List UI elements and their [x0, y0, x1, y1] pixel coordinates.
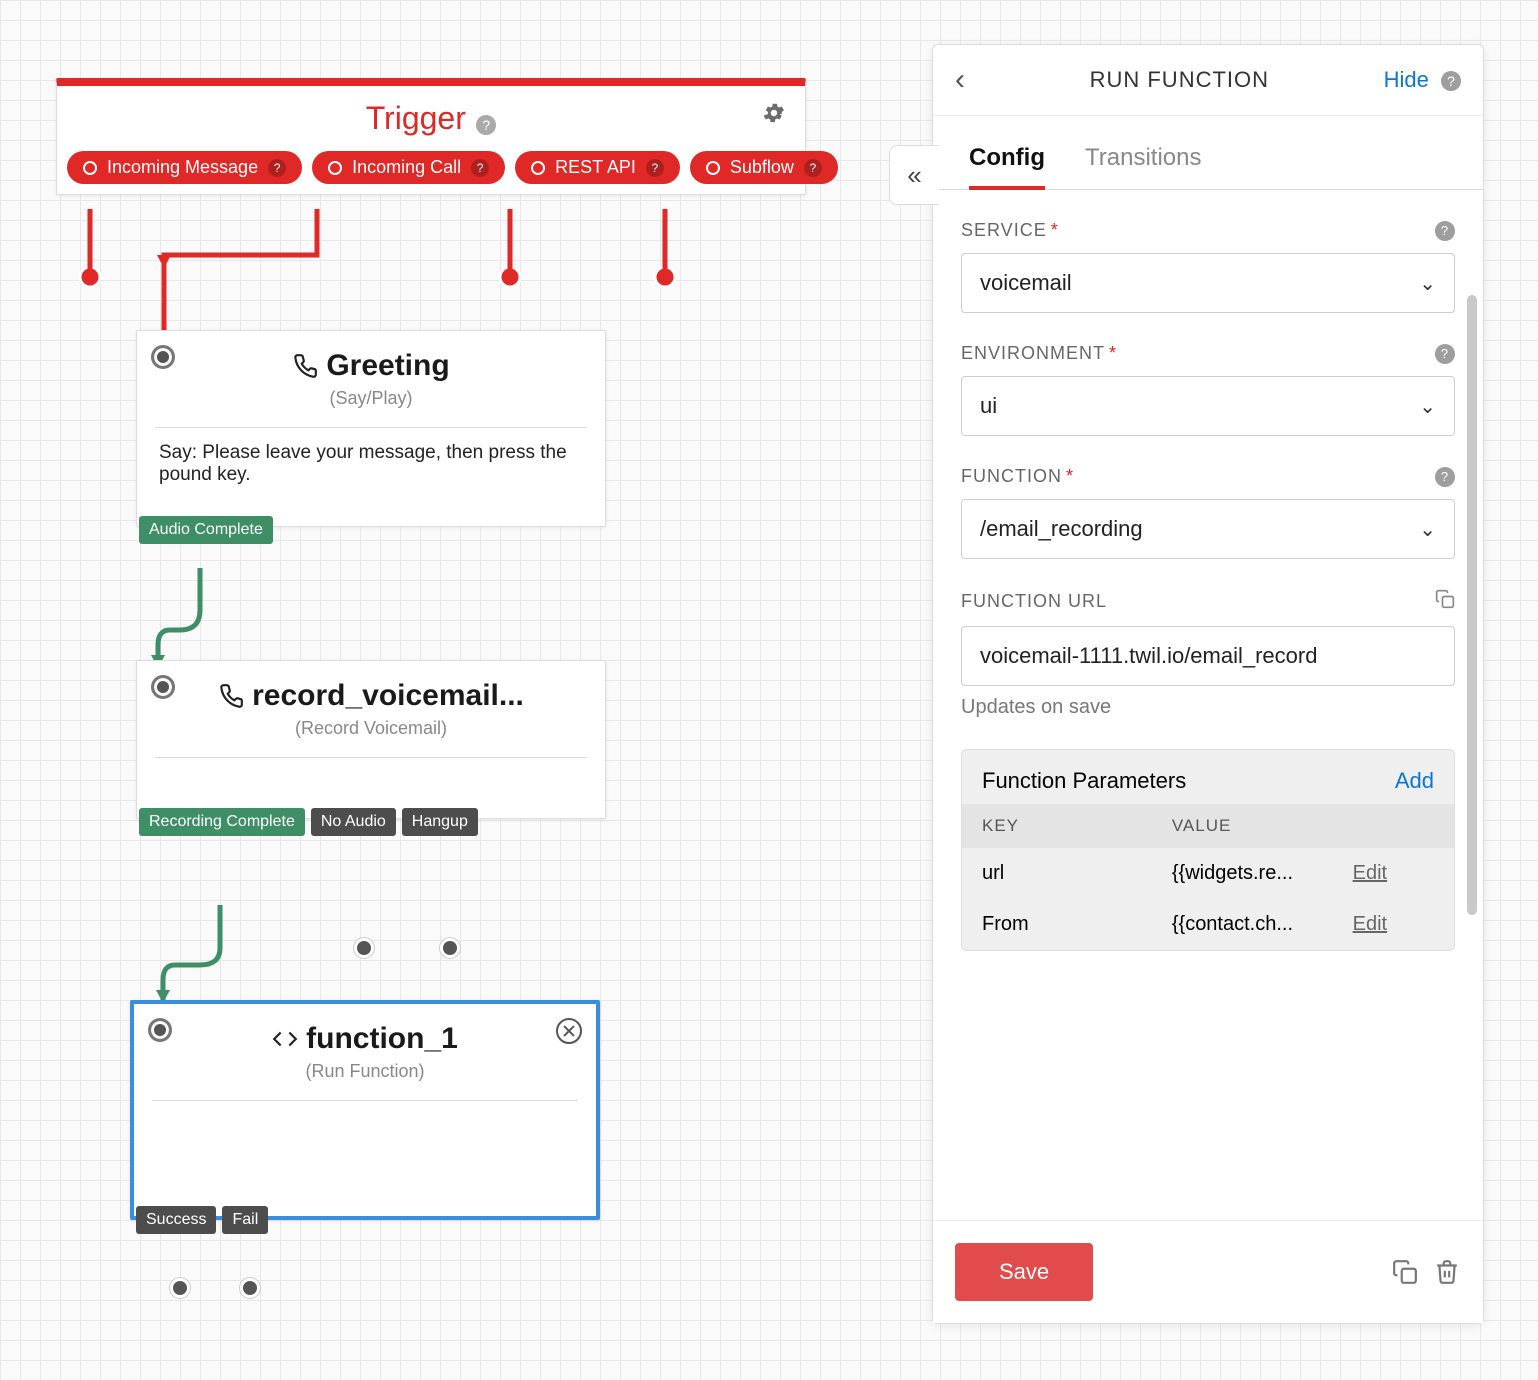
config-panel: « ‹ RUN FUNCTION Hide ? Config Transitio… [932, 44, 1484, 1324]
badge-audio-complete[interactable]: Audio Complete [139, 516, 273, 544]
badge-recording-complete[interactable]: Recording Complete [139, 808, 305, 836]
help-icon[interactable]: ? [1435, 467, 1455, 487]
pill-rest-api[interactable]: REST API? [515, 151, 680, 184]
service-select[interactable]: voicemail ⌄ [961, 253, 1455, 313]
params-col-value: VALUE [1172, 816, 1353, 836]
help-icon[interactable]: ? [1435, 221, 1455, 241]
save-button[interactable]: Save [955, 1243, 1093, 1301]
record-subtitle: (Record Voicemail) [159, 718, 583, 739]
gear-icon[interactable] [761, 100, 787, 131]
environment-select[interactable]: ui ⌄ [961, 376, 1455, 436]
out-port[interactable] [240, 1278, 260, 1298]
function-label: FUNCTION* ? [961, 466, 1455, 487]
panel-tabs: Config Transitions [933, 116, 1483, 190]
chevron-down-icon: ⌄ [1419, 517, 1436, 542]
environment-label: ENVIRONMENT* ? [961, 343, 1455, 364]
params-col-key: KEY [982, 816, 1172, 836]
phone-icon [218, 683, 244, 709]
greeting-node[interactable]: Greeting (Say/Play) Say: Please leave yo… [136, 330, 606, 527]
copy-icon[interactable] [1435, 589, 1455, 614]
code-icon [272, 1026, 298, 1052]
param-row: url {{widgets.re... Edit [962, 848, 1454, 899]
badge-fail[interactable]: Fail [222, 1206, 268, 1234]
greeting-title: Greeting [292, 349, 449, 383]
out-port[interactable] [170, 1278, 190, 1298]
pill-incoming-call[interactable]: Incoming Call? [312, 151, 505, 184]
record-node[interactable]: record_voicemail... (Record Voicemail) R… [136, 660, 606, 819]
badge-hangup[interactable]: Hangup [402, 808, 478, 836]
hide-link[interactable]: Hide ? [1384, 67, 1461, 93]
greeting-body: Say: Please leave your message, then pre… [137, 428, 605, 526]
help-icon[interactable]: ? [476, 115, 496, 135]
service-label: SERVICE* ? [961, 220, 1455, 241]
function-url-label: FUNCTION URL [961, 589, 1455, 614]
param-edit-link[interactable]: Edit [1353, 862, 1387, 885]
out-port[interactable] [354, 938, 374, 958]
param-row: From {{contact.ch... Edit [962, 899, 1454, 950]
function1-title: function_1 [272, 1022, 458, 1056]
trigger-title: Trigger [366, 100, 466, 137]
params-add-link[interactable]: Add [1395, 768, 1434, 794]
record-title: record_voicemail... [218, 679, 524, 713]
function1-node[interactable]: function_1 (Run Function) Success Fail [130, 1000, 600, 1220]
trash-icon[interactable] [1433, 1258, 1461, 1286]
duplicate-icon[interactable] [1391, 1258, 1419, 1286]
function-url-input[interactable]: voicemail-1111.twil.io/email_record [961, 626, 1455, 686]
function-parameters: Function Parameters Add KEY VALUE url {{… [961, 749, 1455, 951]
tab-config[interactable]: Config [969, 144, 1045, 190]
help-icon[interactable]: ? [1435, 344, 1455, 364]
panel-collapse-button[interactable]: « [889, 145, 939, 205]
chevron-down-icon: ⌄ [1419, 394, 1436, 419]
function1-subtitle: (Run Function) [156, 1061, 574, 1082]
pill-incoming-message[interactable]: Incoming Message? [67, 151, 302, 184]
params-title: Function Parameters [982, 768, 1186, 794]
close-icon[interactable] [556, 1018, 582, 1044]
greeting-subtitle: (Say/Play) [159, 388, 583, 409]
function-url-hint: Updates on save [961, 696, 1455, 719]
tab-transitions[interactable]: Transitions [1085, 144, 1201, 189]
out-port[interactable] [440, 938, 460, 958]
badge-no-audio[interactable]: No Audio [311, 808, 396, 836]
pill-subflow[interactable]: Subflow? [690, 151, 838, 184]
trigger-node[interactable]: Trigger ? Incoming Message? Incoming Cal… [56, 78, 806, 195]
chevron-down-icon: ⌄ [1419, 271, 1436, 296]
badge-success[interactable]: Success [136, 1206, 216, 1234]
node-port[interactable] [151, 675, 175, 699]
node-port[interactable] [151, 345, 175, 369]
panel-title: RUN FUNCTION [975, 67, 1384, 93]
phone-icon [292, 353, 318, 379]
back-button[interactable]: ‹ [955, 63, 975, 97]
function-select[interactable]: /email_recording ⌄ [961, 499, 1455, 559]
param-edit-link[interactable]: Edit [1353, 913, 1387, 936]
trigger-pill-row: Incoming Message? Incoming Call? REST AP… [57, 151, 805, 194]
node-port[interactable] [148, 1018, 172, 1042]
panel-scrollbar[interactable] [1467, 295, 1477, 915]
